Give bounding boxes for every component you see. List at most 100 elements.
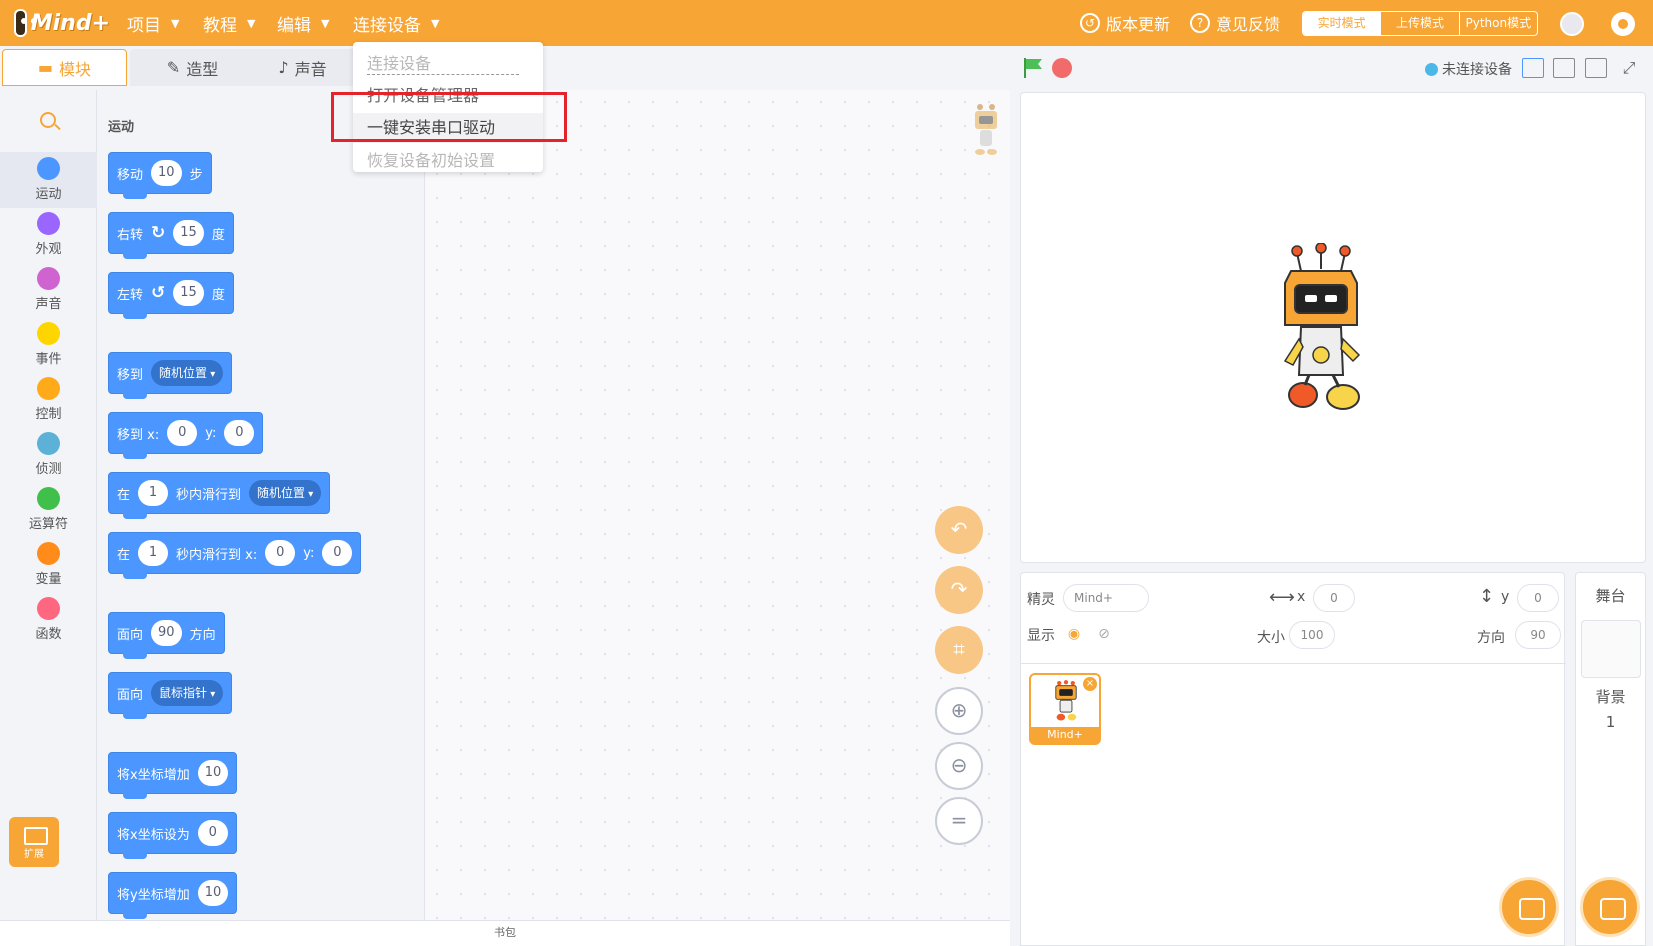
category-sensing[interactable]: 侦测 (0, 427, 97, 483)
y-input[interactable]: 0 (322, 540, 353, 566)
category-events[interactable]: 事件 (0, 317, 97, 373)
block-text: 移动 (117, 167, 144, 183)
category-motion[interactable]: 运动 (0, 152, 97, 208)
category-control[interactable]: 控制 (0, 372, 97, 428)
category-looks[interactable]: 外观 (0, 207, 97, 263)
gear-icon[interactable] (1611, 12, 1635, 36)
stage-canvas[interactable] (1020, 92, 1646, 563)
block-set-x[interactable]: 将x坐标设为 0 (108, 812, 237, 859)
target-dropdown[interactable]: 随机位置 (151, 360, 224, 386)
sprite-name-label: 精灵 (1027, 592, 1055, 608)
x-input[interactable]: 0 (167, 420, 198, 446)
speaker-icon: ♪ (278, 58, 289, 77)
degrees-input[interactable]: 15 (173, 280, 204, 306)
direction-input[interactable]: 90 (151, 620, 182, 646)
menu-project-label: 项目 (127, 15, 161, 36)
category-label: 运动 (35, 187, 62, 202)
seconds-input[interactable]: 1 (138, 480, 169, 506)
small-stage-layout-icon[interactable] (1522, 58, 1544, 78)
connection-status-label: 未连接设备 (1442, 62, 1512, 78)
green-flag-icon[interactable] (1022, 56, 1044, 80)
menu-edit[interactable]: 编辑 ▼ (277, 0, 329, 46)
block-glide-xy[interactable]: 在 1 秒内滑行到 x: 0 y: 0 (108, 532, 362, 579)
block-turn-left[interactable]: 左转 ↺ 15 度 (108, 272, 234, 319)
block-text: 面向 (117, 627, 144, 643)
tab-blocks[interactable]: ▬ 模块 (2, 49, 127, 86)
mindplus-robot-sprite[interactable] (1271, 243, 1371, 418)
backpack-label: 书包 (494, 926, 516, 939)
seconds-input[interactable]: 1 (138, 540, 169, 566)
search-icon[interactable] (40, 112, 56, 128)
tab-costumes[interactable]: ✎ 造型 (130, 49, 255, 86)
block-point-direction[interactable]: 面向 90 方向 (108, 612, 225, 659)
value-input[interactable]: 0 (197, 820, 228, 846)
category-label: 事件 (35, 352, 62, 367)
version-update-label: 版本更新 (1106, 15, 1171, 34)
extensions-button[interactable]: 扩展 (9, 817, 59, 867)
mode-realtime[interactable]: 实时模式 (1303, 12, 1381, 35)
logo-text: Mind+ (30, 10, 110, 36)
normal-stage-layout-icon[interactable] (1553, 58, 1575, 78)
fullscreen-icon[interactable]: ⤢ (1618, 58, 1640, 78)
menu-project[interactable]: 项目 ▼ (127, 0, 179, 46)
value-input[interactable]: 10 (197, 880, 229, 906)
backdrop-label: 背景 (1595, 688, 1626, 706)
redo-icon[interactable]: ↷ (935, 566, 983, 614)
x-input[interactable]: 0 (1313, 584, 1355, 612)
y-input[interactable]: 0 (224, 420, 255, 446)
sprite-thumbnail[interactable]: × Mind+ (1029, 673, 1101, 745)
zoom-reset-icon[interactable]: = (935, 797, 983, 845)
category-functions[interactable]: 函数 (0, 592, 97, 648)
block-text: 秒内滑行到 (176, 487, 242, 503)
direction-input[interactable]: 90 (1515, 621, 1561, 649)
tab-sounds[interactable]: ♪ 声音 (240, 49, 365, 86)
zoom-in-icon[interactable]: ⊕ (935, 687, 983, 735)
block-goto[interactable]: 移到 随机位置 (108, 352, 233, 399)
mode-upload[interactable]: 上传模式 (1380, 12, 1458, 35)
sprite-name-input[interactable]: Mind+ (1063, 584, 1149, 612)
user-avatar[interactable] (1560, 12, 1584, 36)
value-input[interactable]: 10 (197, 760, 229, 786)
category-variables[interactable]: 变量 (0, 537, 97, 593)
eye-off-icon[interactable]: ⊘ (1093, 623, 1115, 645)
status-dot-icon (1425, 62, 1438, 76)
target-dropdown[interactable]: 随机位置 (249, 480, 322, 506)
large-stage-layout-icon[interactable] (1585, 58, 1607, 78)
x-input[interactable]: 0 (265, 540, 296, 566)
block-change-x[interactable]: 将x坐标增加 10 (108, 752, 238, 799)
block-goto-xy[interactable]: 移到 x: 0 y: 0 (108, 412, 264, 459)
category-operators[interactable]: 运算符 (0, 482, 97, 538)
menu-tutorial[interactable]: 教程 ▼ (203, 0, 255, 46)
script-workspace[interactable]: ↶ ↷ ⌗ ⊕ ⊖ = (425, 90, 1010, 920)
zoom-out-icon[interactable]: ⊖ (935, 742, 983, 790)
category-dot (37, 542, 60, 565)
menu-connect-device[interactable]: 连接设备 ▼ (353, 0, 439, 46)
stage-title: 舞台 (1595, 587, 1626, 605)
add-sprite-icon[interactable] (1499, 877, 1559, 937)
sprite-preview-icon (975, 104, 997, 155)
backpack-bar[interactable]: 书包 (0, 920, 1010, 946)
delete-sprite-icon[interactable]: × (1083, 677, 1097, 691)
size-input[interactable]: 100 (1289, 621, 1335, 649)
block-point-towards[interactable]: 面向 鼠标指针 (108, 672, 233, 719)
block-glide[interactable]: 在 1 秒内滑行到 随机位置 (108, 472, 331, 519)
block-turn-right[interactable]: 右转 ↻ 15 度 (108, 212, 234, 259)
version-update-button[interactable]: ↺ 版本更新 (1080, 0, 1170, 46)
category-sound[interactable]: 声音 (0, 262, 97, 318)
stage-thumbnail[interactable] (1580, 620, 1641, 678)
steps-input[interactable]: 10 (151, 160, 182, 186)
mode-python[interactable]: Python模式 (1458, 12, 1537, 35)
block-move-steps[interactable]: 移动 10 步 (108, 152, 212, 199)
y-input[interactable]: 0 (1517, 584, 1559, 612)
block-text: y: (205, 425, 217, 441)
feedback-button[interactable]: ? 意见反馈 (1190, 0, 1280, 46)
crop-icon[interactable]: ⌗ (935, 626, 983, 674)
sprite-thumbnail-label: Mind+ (1031, 727, 1099, 743)
block-change-y[interactable]: 将y坐标增加 10 (108, 872, 238, 919)
degrees-input[interactable]: 15 (173, 220, 204, 246)
add-backdrop-icon[interactable] (1580, 877, 1640, 937)
eye-icon[interactable]: ◉ (1063, 623, 1085, 645)
target-dropdown[interactable]: 鼠标指针 (151, 680, 224, 706)
undo-icon[interactable]: ↶ (935, 506, 983, 554)
stop-button[interactable] (1052, 58, 1072, 78)
